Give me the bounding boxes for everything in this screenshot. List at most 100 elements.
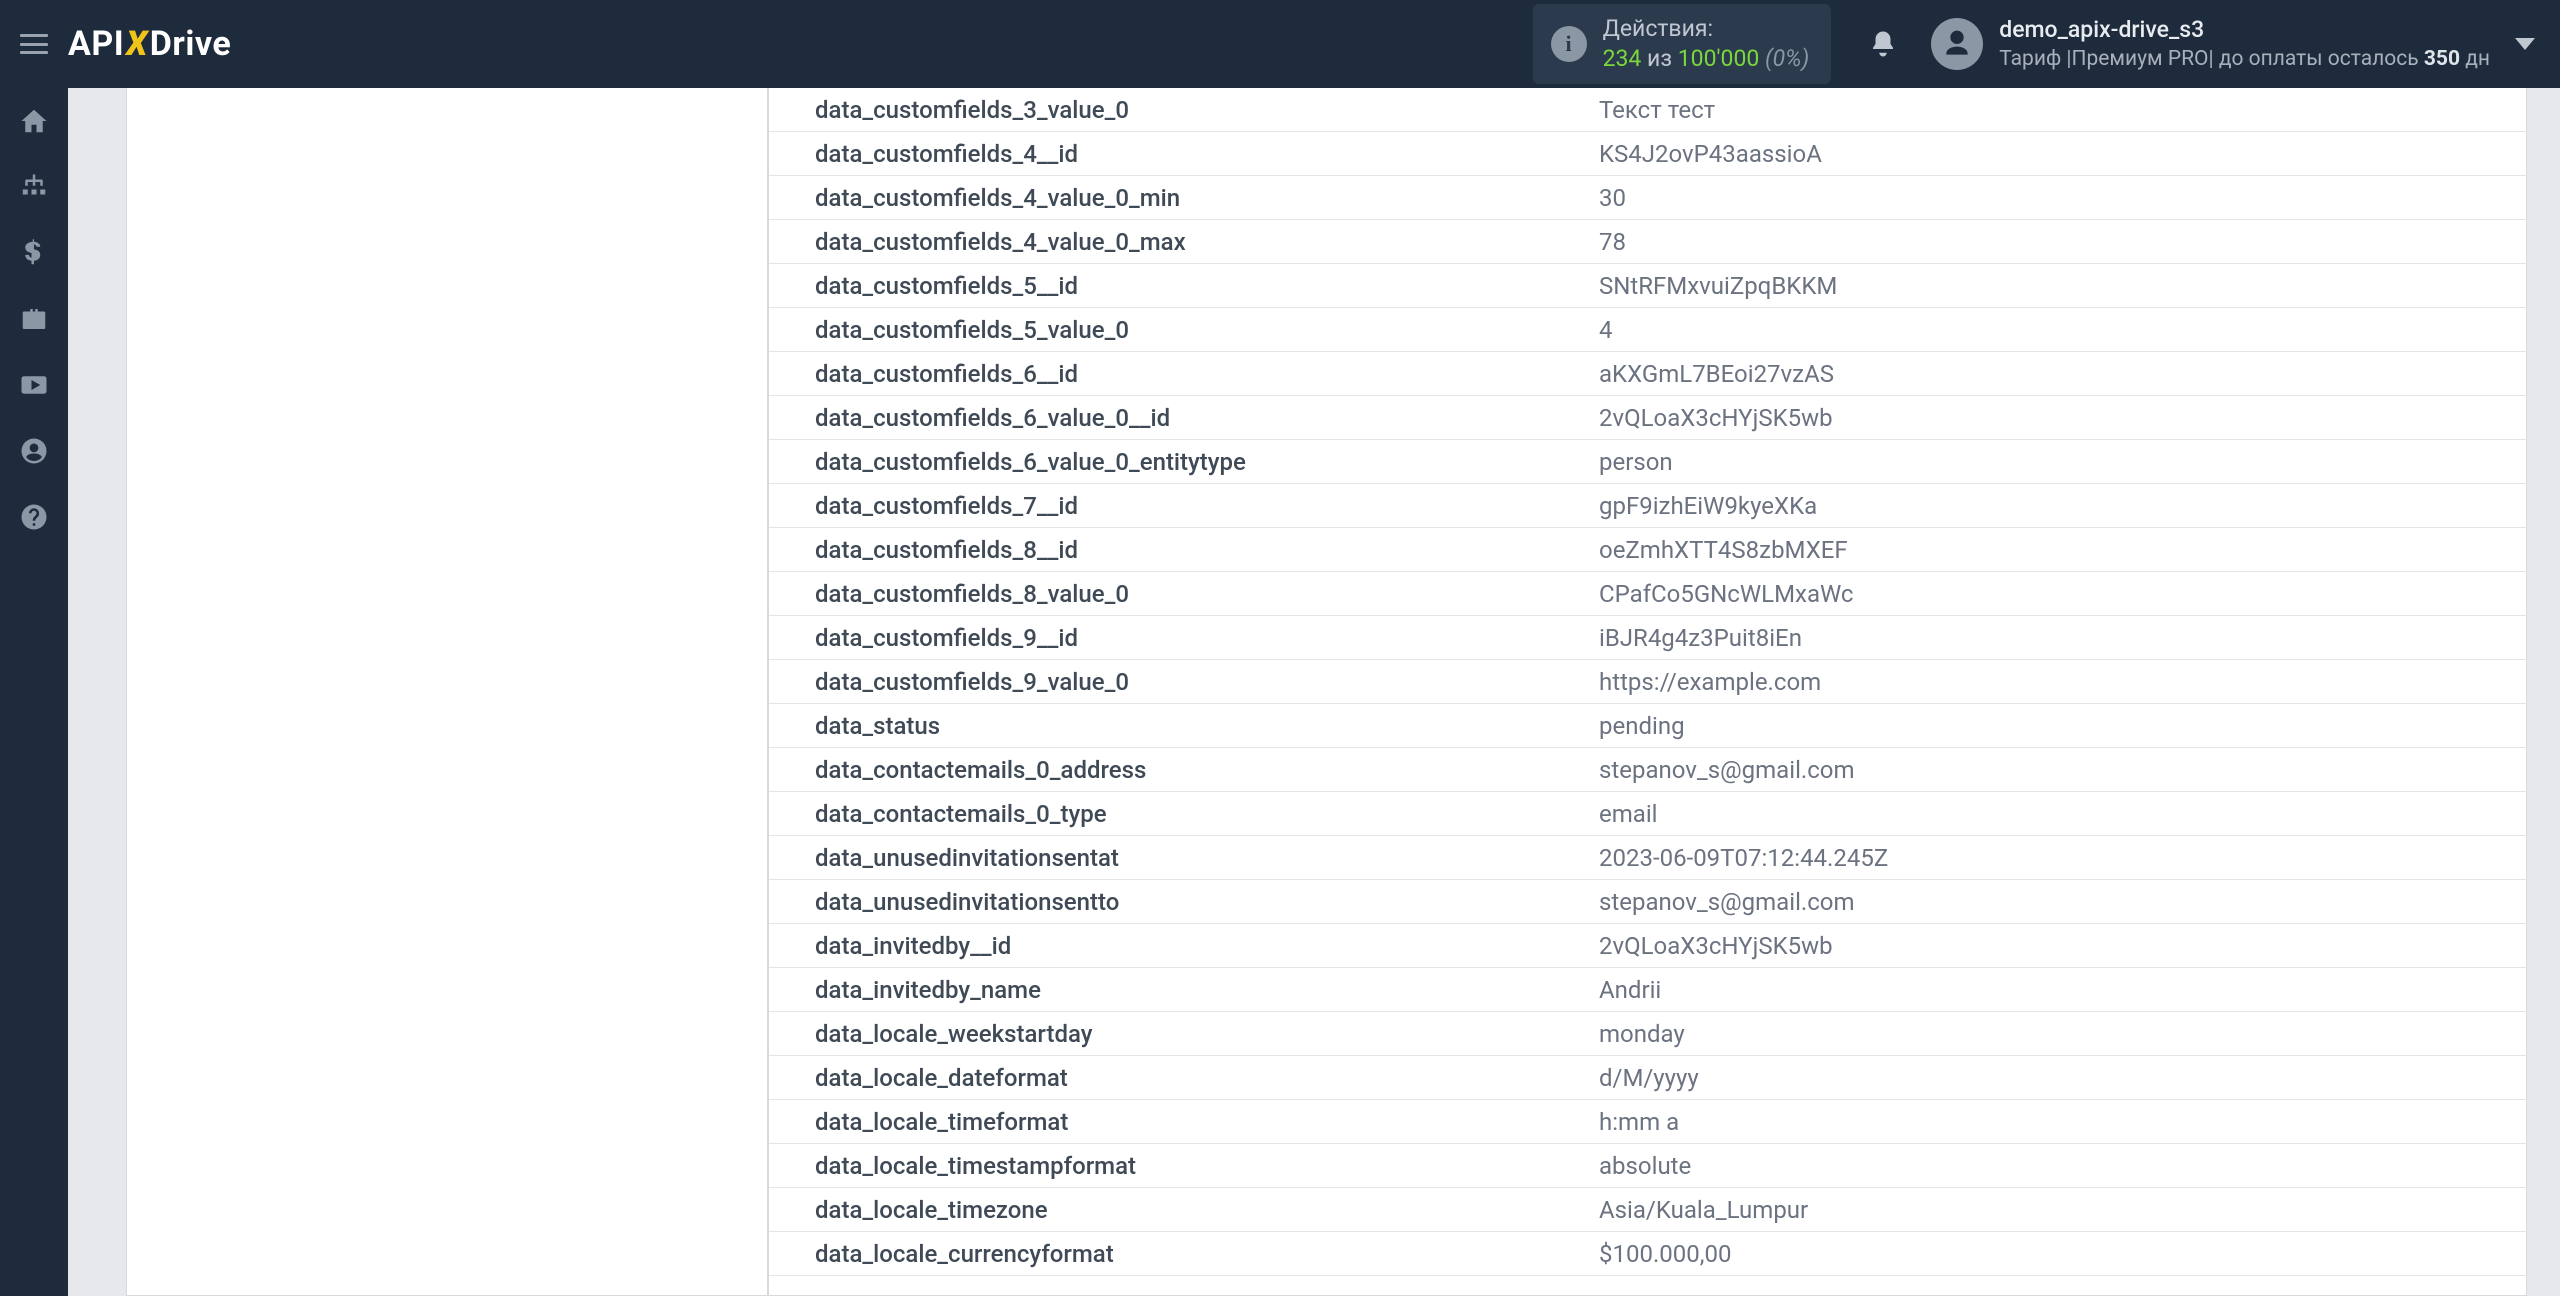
data-value: CPafCo5GNcWLMxaWc xyxy=(1599,580,2526,608)
data-key: data_customfields_5__id xyxy=(769,272,1599,300)
tariff-days: 350 xyxy=(2424,47,2460,71)
data-row: data_customfields_7__idgpF9izhEiW9kyeXKa xyxy=(769,484,2526,528)
tariff-prefix: Тариф | xyxy=(1999,47,2071,71)
data-key: data_invitedby_name xyxy=(769,976,1599,1004)
avatar[interactable] xyxy=(1931,18,1983,70)
data-row: data_contactemails_0_typeemail xyxy=(769,792,2526,836)
user-circle-icon xyxy=(19,436,49,466)
data-row: data_locale_timeformath:mm a xyxy=(769,1100,2526,1144)
data-key: data_locale_timezone xyxy=(769,1196,1599,1224)
logo-text-api: API xyxy=(68,24,124,64)
data-value: https://example.com xyxy=(1599,668,2526,696)
data-row: data_customfields_4_value_0_max78 xyxy=(769,220,2526,264)
actions-total: 100'000 xyxy=(1678,45,1760,72)
data-row: data_invitedby_nameAndrii xyxy=(769,968,2526,1012)
data-value: Asia/Kuala_Lumpur xyxy=(1599,1196,2526,1224)
data-value: 2vQLoaX3cHYjSK5wb xyxy=(1599,932,2526,960)
data-key: data_customfields_8__id xyxy=(769,536,1599,564)
data-value: d/M/yyyy xyxy=(1599,1064,2526,1092)
data-row: data_customfields_6_value_0__id2vQLoaX3c… xyxy=(769,396,2526,440)
header: APIXDrive i Действия: 234 из 100'000 (0%… xyxy=(0,0,2560,88)
data-value: 4 xyxy=(1599,316,2526,344)
data-key: data_unusedinvitationsentto xyxy=(769,888,1599,916)
help-icon xyxy=(19,502,49,532)
data-key: data_invitedby__id xyxy=(769,932,1599,960)
main: data_customfields_3_value_0Текст тестdat… xyxy=(68,88,2560,1296)
data-key: data_customfields_6_value_0_entitytype xyxy=(769,448,1599,476)
sidebar xyxy=(0,88,68,1296)
sidebar-item-billing[interactable] xyxy=(0,220,68,286)
data-row: data_customfields_6_value_0_entitytypepe… xyxy=(769,440,2526,484)
data-value: oeZmhXTT4S8zbMXEF xyxy=(1599,536,2526,564)
sitemap-icon xyxy=(19,172,49,202)
data-value: stepanov_s@gmail.com xyxy=(1599,756,2526,784)
data-row: data_locale_timezoneAsia/Kuala_Lumpur xyxy=(769,1188,2526,1232)
notifications-button[interactable] xyxy=(1855,29,1911,59)
user-name: demo_apix-drive_s3 xyxy=(1999,14,2490,45)
user-icon xyxy=(1941,28,1973,60)
tariff-name: Премиум PRO xyxy=(2072,47,2209,71)
briefcase-icon xyxy=(19,304,49,334)
actions-stats: 234 из 100'000 (0%) xyxy=(1603,44,1810,74)
data-row: data_contactemails_0_addressstepanov_s@g… xyxy=(769,748,2526,792)
data-row: data_locale_timestampformatabsolute xyxy=(769,1144,2526,1188)
data-table: data_customfields_3_value_0Текст тестdat… xyxy=(769,88,2526,1276)
data-value: 2023-06-09T07:12:44.245Z xyxy=(1599,844,2526,872)
sidebar-item-briefcase[interactable] xyxy=(0,286,68,352)
data-key: data_customfields_6_value_0__id xyxy=(769,404,1599,432)
data-row: data_customfields_8__idoeZmhXTT4S8zbMXEF xyxy=(769,528,2526,572)
data-value: stepanov_s@gmail.com xyxy=(1599,888,2526,916)
tariff-days-suffix: дн xyxy=(2460,47,2490,71)
data-row: data_locale_currencyformat$100.000,00 xyxy=(769,1232,2526,1276)
data-value: absolute xyxy=(1599,1152,2526,1180)
data-key: data_customfields_7__id xyxy=(769,492,1599,520)
data-value: monday xyxy=(1599,1020,2526,1048)
home-icon xyxy=(19,106,49,136)
header-right: i Действия: 234 из 100'000 (0%) demo_api… xyxy=(1533,0,2560,88)
data-value: iBJR4g4z3Puit8iEn xyxy=(1599,624,2526,652)
data-key: data_contactemails_0_type xyxy=(769,800,1599,828)
data-value: Текст тест xyxy=(1599,96,2526,124)
actions-used: 234 xyxy=(1603,45,1642,72)
data-value: 78 xyxy=(1599,228,2526,256)
logo-text-x: X xyxy=(124,24,150,64)
data-key: data_customfields_4_value_0_min xyxy=(769,184,1599,212)
dollar-icon xyxy=(19,238,49,268)
actions-label: Действия: xyxy=(1603,14,1810,44)
data-row: data_customfields_5_value_04 xyxy=(769,308,2526,352)
data-value: aKXGmL7BEoi27vzAS xyxy=(1599,360,2526,388)
data-value: 30 xyxy=(1599,184,2526,212)
data-key: data_customfields_5_value_0 xyxy=(769,316,1599,344)
menu-button[interactable] xyxy=(0,0,68,88)
data-row: data_invitedby__id2vQLoaX3cHYjSK5wb xyxy=(769,924,2526,968)
data-key: data_unusedinvitationsentat xyxy=(769,844,1599,872)
data-key: data_locale_currencyformat xyxy=(769,1240,1599,1268)
data-row: data_locale_weekstartdaymonday xyxy=(769,1012,2526,1056)
data-row: data_unusedinvitationsentat2023-06-09T07… xyxy=(769,836,2526,880)
data-row: data_statuspending xyxy=(769,704,2526,748)
sidebar-item-account[interactable] xyxy=(0,418,68,484)
user-menu-toggle[interactable] xyxy=(2490,38,2560,50)
data-value: KS4J2ovP43aassioA xyxy=(1599,140,2526,168)
sidebar-item-connections[interactable] xyxy=(0,154,68,220)
data-value: pending xyxy=(1599,712,2526,740)
data-key: data_customfields_9_value_0 xyxy=(769,668,1599,696)
chevron-down-icon xyxy=(2515,38,2535,50)
left-panel xyxy=(126,88,768,1296)
actions-text: Действия: 234 из 100'000 (0%) xyxy=(1603,14,1810,74)
data-key: data_locale_weekstartday xyxy=(769,1020,1599,1048)
data-key: data_locale_timeformat xyxy=(769,1108,1599,1136)
data-key: data_status xyxy=(769,712,1599,740)
data-row: data_customfields_6__idaKXGmL7BEoi27vzAS xyxy=(769,352,2526,396)
data-panel: data_customfields_3_value_0Текст тестdat… xyxy=(768,88,2527,1296)
data-row: data_customfields_9__idiBJR4g4z3Puit8iEn xyxy=(769,616,2526,660)
hamburger-icon xyxy=(20,34,48,54)
data-key: data_customfields_6__id xyxy=(769,360,1599,388)
actions-counter[interactable]: i Действия: 234 из 100'000 (0%) xyxy=(1533,4,1832,84)
data-value: SNtRFMxvuiZpqBKKM xyxy=(1599,272,2526,300)
user-info[interactable]: demo_apix-drive_s3 Тариф |Премиум PRO| д… xyxy=(1999,14,2490,73)
sidebar-item-home[interactable] xyxy=(0,88,68,154)
sidebar-item-help[interactable] xyxy=(0,484,68,550)
sidebar-item-video[interactable] xyxy=(0,352,68,418)
logo[interactable]: APIXDrive xyxy=(68,24,231,64)
